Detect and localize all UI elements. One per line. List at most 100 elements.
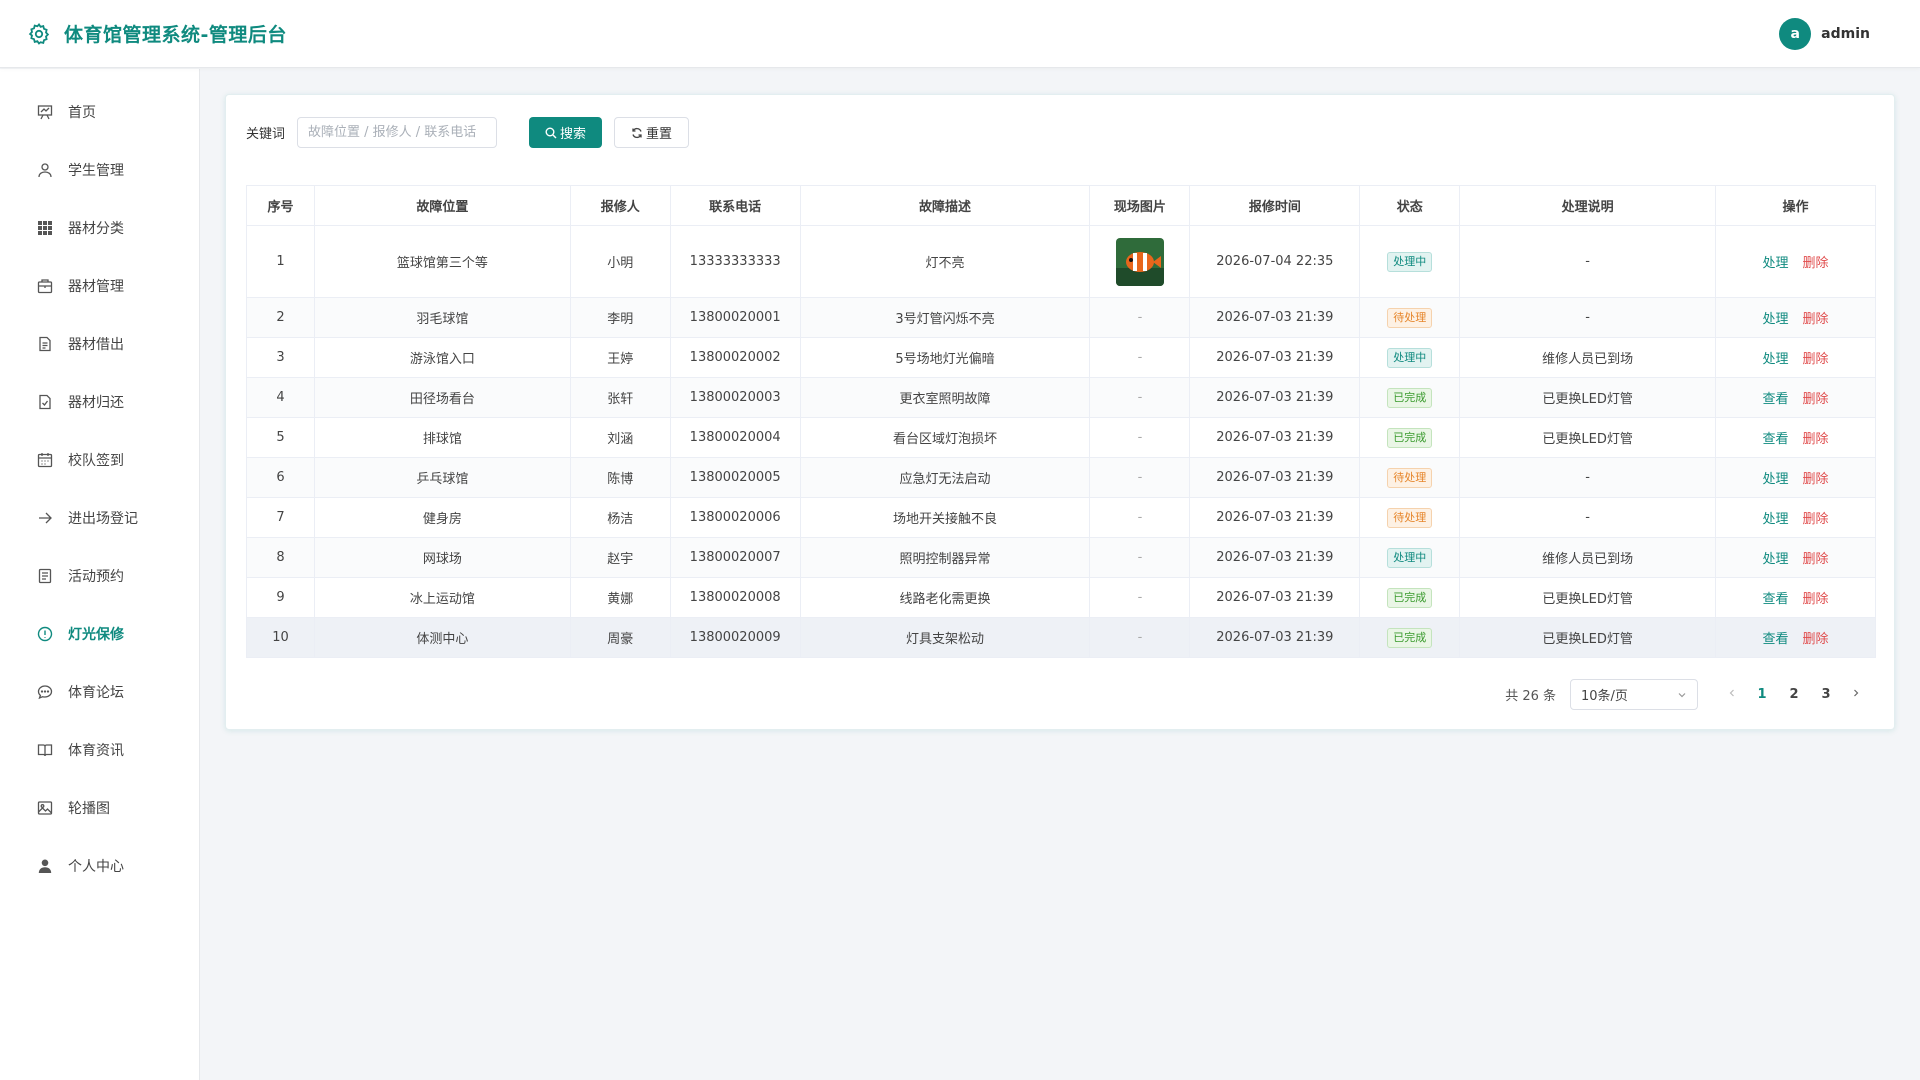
search-button-label: 搜索	[560, 127, 587, 142]
table-row: 8 网球场 赵宇 13800020007 照明控制器异常 - 2026-07-0…	[246, 537, 1876, 578]
cell-photo: -	[1089, 537, 1191, 578]
sidebar-item-news[interactable]: 体育资讯	[0, 721, 199, 779]
delete-button[interactable]: 删除	[1803, 632, 1829, 647]
table-row: 4 田径场看台 张轩 13800020003 更衣室照明故障 - 2026-07…	[246, 377, 1876, 418]
table-row: 2 羽毛球馆 李明 13800020001 3号灯管闪烁不亮 - 2026-07…	[246, 297, 1876, 338]
delete-button[interactable]: 删除	[1803, 432, 1829, 447]
sidebar-item-equipment-category[interactable]: 器材分类	[0, 199, 199, 257]
delete-button[interactable]: 删除	[1803, 256, 1829, 271]
cell-phone: 13800020009	[669, 617, 801, 658]
column-header: 操作	[1715, 185, 1876, 226]
sidebar-item-label: 校队签到	[68, 453, 124, 469]
cell-description: 看台区域灯泡损坏	[799, 417, 1091, 458]
view-button[interactable]: 查看	[1763, 432, 1789, 447]
page-size-select[interactable]: 10条/页	[1570, 679, 1698, 710]
sidebar-item-profile[interactable]: 个人中心	[0, 837, 199, 895]
cell-note: 维修人员已到场	[1459, 337, 1717, 378]
username[interactable]: admin	[1821, 26, 1870, 42]
delete-button[interactable]: 删除	[1803, 512, 1829, 527]
app-title: 体育馆管理系统-管理后台	[64, 24, 287, 46]
search-icon	[545, 127, 557, 138]
avatar[interactable]: a	[1779, 17, 1812, 50]
table-row: 9 冰上运动馆 黄娜 13800020008 线路老化需更换 - 2026-07…	[246, 577, 1876, 618]
search-input[interactable]	[297, 117, 498, 148]
sidebar-item-carousel[interactable]: 轮播图	[0, 779, 199, 837]
delete-button[interactable]: 删除	[1803, 552, 1829, 567]
cell-photo: -	[1089, 617, 1191, 658]
view-button[interactable]: 查看	[1763, 392, 1789, 407]
prev-page-button[interactable]	[1718, 687, 1746, 702]
cell-status: 已完成	[1359, 377, 1461, 418]
page-number[interactable]: 1	[1746, 687, 1778, 702]
process-button[interactable]: 处理	[1763, 512, 1789, 527]
cell-description: 照明控制器异常	[799, 537, 1091, 578]
column-header: 报修时间	[1189, 185, 1361, 226]
sidebar-item-home[interactable]: 首页	[0, 83, 199, 141]
delete-button[interactable]: 删除	[1803, 472, 1829, 487]
table-header-row: 序号 故障位置 报修人 联系电话 故障描述 现场图片 报修时间 状态 处理说明 …	[246, 185, 1876, 226]
photo-thumbnail[interactable]	[1115, 237, 1164, 286]
chevron-left-icon	[1729, 689, 1734, 697]
cell-reporter: 王婷	[569, 337, 671, 378]
sidebar-item-forum[interactable]: 体育论坛	[0, 663, 199, 721]
view-button[interactable]: 查看	[1763, 592, 1789, 607]
warning-circle-icon	[36, 625, 54, 643]
process-button[interactable]: 处理	[1763, 312, 1789, 327]
cell-note: 已更换LED灯管	[1459, 417, 1717, 458]
search-button[interactable]: 搜索	[529, 117, 603, 148]
delete-button[interactable]: 删除	[1803, 312, 1829, 327]
cell-time: 2026-07-04 22:35	[1189, 225, 1361, 298]
sidebar-item-lending[interactable]: 器材借出	[0, 315, 199, 373]
cell-phone: 13800020003	[669, 377, 801, 418]
repair-table: 序号 故障位置 报修人 联系电话 故障描述 现场图片 报修时间 状态 处理说明 …	[246, 185, 1876, 658]
user-menu[interactable]: a admin	[1779, 17, 1870, 50]
cell-time: 2026-07-03 21:39	[1189, 337, 1361, 378]
delete-button[interactable]: 删除	[1803, 352, 1829, 367]
cell-reporter: 张轩	[569, 377, 671, 418]
sidebar-item-team-checkin[interactable]: 校队签到	[0, 431, 199, 489]
status-badge: 已完成	[1387, 627, 1433, 648]
page-number[interactable]: 3	[1810, 687, 1842, 702]
process-button[interactable]: 处理	[1763, 552, 1789, 567]
sidebar-item-entry-log[interactable]: 进出场登记	[0, 489, 199, 547]
cell-location: 羽毛球馆	[313, 297, 571, 338]
gear-icon	[26, 21, 52, 47]
process-button[interactable]: 处理	[1763, 256, 1789, 271]
cell-reporter: 黄娜	[569, 577, 671, 618]
cell-status: 待处理	[1359, 457, 1461, 498]
sidebar-item-label: 活动预约	[68, 569, 124, 585]
cell-actions: 处理 删除	[1715, 297, 1876, 338]
reset-button[interactable]: 重置	[614, 117, 690, 148]
cell-description: 场地开关接触不良	[799, 497, 1091, 538]
document-icon	[36, 335, 54, 353]
sidebar-item-label: 器材借出	[68, 337, 124, 353]
process-button[interactable]: 处理	[1763, 472, 1789, 487]
column-header: 序号	[246, 185, 315, 226]
view-button[interactable]: 查看	[1763, 632, 1789, 647]
cell-location: 游泳馆入口	[313, 337, 571, 378]
sidebar-item-return[interactable]: 器材归还	[0, 373, 199, 431]
sidebar-item-equipment[interactable]: 器材管理	[0, 257, 199, 315]
cell-phone: 13800020005	[669, 457, 801, 498]
sidebar-item-lighting-repair[interactable]: 灯光保修	[0, 605, 199, 663]
cell-photo	[1089, 225, 1191, 298]
cell-no: 2	[246, 297, 315, 338]
cell-phone: 13800020007	[669, 537, 801, 578]
delete-button[interactable]: 删除	[1803, 592, 1829, 607]
sidebar-item-activity-booking[interactable]: 活动预约	[0, 547, 199, 605]
cell-reporter: 小明	[569, 225, 671, 298]
status-badge: 处理中	[1387, 547, 1433, 568]
delete-button[interactable]: 删除	[1803, 392, 1829, 407]
next-page-button[interactable]	[1842, 687, 1870, 702]
sidebar-item-students[interactable]: 学生管理	[0, 141, 199, 199]
cell-note: 已更换LED灯管	[1459, 577, 1717, 618]
cell-no: 3	[246, 337, 315, 378]
pagination: 共 26 条 10条/页 1 2 3	[1505, 679, 1870, 710]
document-check-icon	[36, 393, 54, 411]
cell-time: 2026-07-03 21:39	[1189, 457, 1361, 498]
column-header: 现场图片	[1089, 185, 1191, 226]
sidebar-item-label: 首页	[68, 105, 96, 121]
page-number[interactable]: 2	[1778, 687, 1810, 702]
process-button[interactable]: 处理	[1763, 352, 1789, 367]
book-icon	[36, 741, 54, 759]
